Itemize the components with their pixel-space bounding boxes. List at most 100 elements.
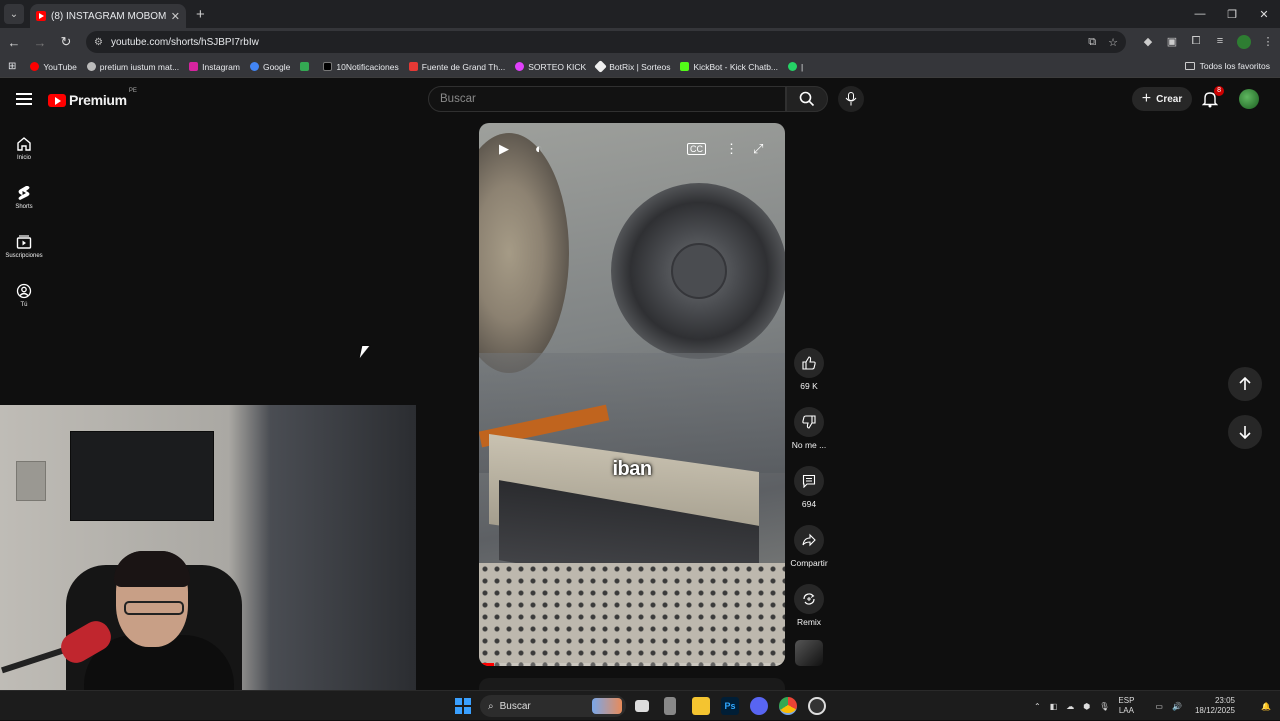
tray-app-icon[interactable]: ◧ (1050, 702, 1058, 711)
tab-close-icon[interactable]: ✕ (171, 10, 180, 23)
youtube-play-icon (48, 93, 66, 107)
nav-item-subscriptions[interactable]: Suscripciones (0, 222, 48, 271)
audio-source-thumbnail[interactable] (795, 640, 823, 666)
file-explorer-icon[interactable] (692, 697, 710, 715)
webcam-tv (70, 431, 214, 521)
share-button[interactable] (794, 525, 824, 555)
bookmark-youtube[interactable]: YouTube (30, 62, 77, 72)
comments-button[interactable] (794, 466, 824, 496)
bookmark-pretium[interactable]: pretium iustum mat... (86, 62, 179, 72)
notifications-button[interactable]: 8 (1201, 86, 1224, 108)
back-arrow-icon[interactable]: ← (2, 35, 26, 50)
extension-icon[interactable]: ◆ (1136, 35, 1160, 49)
taskbar-clock[interactable]: 23:05 18/12/2025 (1195, 696, 1244, 716)
microphone-tray-icon[interactable]: 🎙 (1099, 702, 1109, 711)
bookmark-google[interactable]: Google (249, 62, 290, 72)
install-app-icon[interactable]: ⧉ (1088, 36, 1096, 49)
account-avatar[interactable] (1239, 89, 1259, 109)
nav-item-home[interactable]: Inicio (0, 124, 48, 173)
shorts-action-bar: 69 K No me ... 694 Compartir Remix (788, 348, 830, 643)
tab-search-button[interactable]: ⌄ (4, 4, 24, 24)
create-button[interactable]: + Crear (1132, 87, 1192, 111)
photoshop-icon[interactable]: Ps (721, 697, 739, 715)
bookmark-kickbot[interactable]: KickBot - Kick Chatb... (680, 62, 778, 72)
close-window-button[interactable]: ✕ (1248, 0, 1280, 28)
next-short-preview[interactable] (479, 678, 785, 690)
youtube-premium-logo[interactable]: Premium PE (48, 88, 137, 108)
volume-icon[interactable]: ◐ (535, 141, 543, 156)
share-action[interactable]: Compartir (788, 525, 830, 584)
remix-action[interactable]: Remix (788, 584, 830, 643)
notifications-bell-icon[interactable]: 🔔 (1261, 702, 1271, 711)
bookmark-sorteo-kick[interactable]: SORTEO KICK (515, 62, 586, 72)
remix-button[interactable] (794, 584, 824, 614)
play-icon[interactable]: ▶ (499, 141, 509, 157)
discord-icon[interactable] (750, 697, 768, 715)
dislike-action[interactable]: No me ... (788, 407, 830, 466)
bookmark-unnamed[interactable] (300, 62, 313, 71)
profile-avatar[interactable] (1237, 35, 1251, 49)
active-tab[interactable]: (8) INSTAGRAM MOBOMDP ✕ (30, 4, 186, 28)
apps-grid-icon[interactable]: ⊞ (8, 61, 16, 72)
search-input[interactable]: Buscar (428, 86, 786, 112)
search-button[interactable] (786, 86, 828, 112)
restore-button[interactable]: ❐ (1216, 0, 1248, 28)
new-tab-button[interactable]: + (196, 6, 205, 23)
more-options-icon[interactable]: ⋮ (725, 141, 738, 157)
video-progress-bar[interactable] (479, 663, 785, 666)
windows-start-icon[interactable] (455, 698, 471, 714)
reload-icon[interactable]: ↻ (54, 34, 78, 50)
bookmark-gta[interactable]: Fuente de Grand Th... (408, 62, 505, 72)
like-action[interactable]: 69 K (788, 348, 830, 407)
shorts-video-player[interactable]: ▶ ◐ CC ⋮ ⤢ iban (479, 123, 785, 666)
address-bar[interactable]: ⚙ youtube.com/shorts/hSJBPI7rbIw ⧉ ☆ (86, 31, 1126, 53)
bookmark-botrix[interactable]: BotRix | Sorteos (594, 60, 670, 73)
app-icon[interactable] (664, 697, 676, 715)
chevron-up-icon[interactable]: ⌃ (1034, 702, 1041, 711)
voice-search-button[interactable] (838, 86, 864, 112)
site-info-icon[interactable]: ⚙ (94, 37, 103, 48)
x-icon (323, 62, 333, 71)
arrow-up-icon (1239, 377, 1251, 390)
progress-fill (479, 663, 495, 666)
network-icon[interactable]: ▭ (1155, 702, 1163, 711)
task-view-icon[interactable] (635, 700, 649, 712)
bookmark-instagram[interactable]: Instagram (189, 62, 240, 72)
bookmark-whatsapp[interactable]: | (788, 62, 803, 72)
bookmark-x-notifications[interactable]: 10Notificaciones (323, 62, 399, 72)
puzzle-extensions-icon[interactable]: ⧠ (1184, 35, 1208, 49)
next-short-button[interactable] (1228, 415, 1262, 449)
chrome-menu-icon[interactable]: ⋮ (1256, 35, 1280, 49)
extension-icon[interactable]: ▣ (1160, 35, 1184, 49)
minimize-button[interactable]: — (1184, 0, 1216, 28)
thumbs-up-icon (802, 356, 816, 370)
dislike-button[interactable] (794, 407, 824, 437)
volume-tray-icon[interactable]: 🔊 (1172, 702, 1182, 711)
mini-guide: Inicio Shorts Suscripciones Tú (0, 124, 48, 320)
bookmark-star-icon[interactable]: ☆ (1108, 36, 1118, 49)
sorteo-icon (515, 62, 525, 71)
menu-hamburger-icon[interactable] (16, 93, 32, 108)
search-icon (799, 91, 815, 107)
nav-item-shorts[interactable]: Shorts (0, 173, 48, 222)
chrome-icon[interactable] (779, 697, 797, 715)
previous-short-button[interactable] (1228, 367, 1262, 401)
nav-item-you[interactable]: Tú (0, 271, 48, 320)
folder-icon (1184, 62, 1195, 70)
tray-shield-icon[interactable]: ⬢ (1083, 702, 1090, 711)
all-bookmarks[interactable]: Todos los favoritos (1184, 61, 1270, 71)
obs-icon[interactable] (808, 697, 826, 715)
fullscreen-icon[interactable]: ⤢ (753, 141, 763, 157)
language-indicator[interactable]: ESP LAA (1118, 696, 1143, 716)
comments-action[interactable]: 694 (788, 466, 830, 525)
forward-arrow-icon[interactable]: → (28, 35, 52, 50)
plus-icon: + (1141, 90, 1152, 107)
arrow-down-icon (1239, 426, 1251, 439)
subscriptions-icon (16, 235, 32, 249)
taskbar-search[interactable]: ⌕ Buscar (480, 695, 626, 717)
onedrive-icon[interactable]: ☁ (1066, 702, 1074, 711)
captions-icon[interactable]: CC (687, 143, 706, 155)
like-button[interactable] (794, 348, 824, 378)
video-frame-mesh-panel (479, 563, 785, 666)
reading-list-icon[interactable]: ≡ (1208, 35, 1232, 49)
